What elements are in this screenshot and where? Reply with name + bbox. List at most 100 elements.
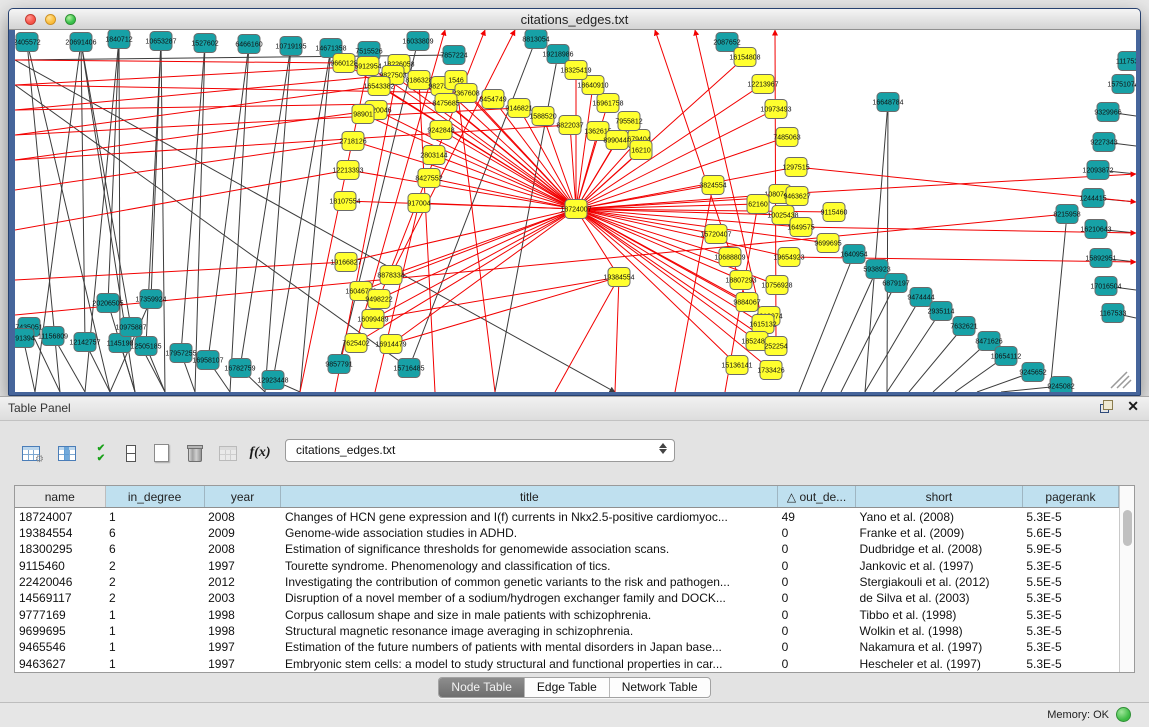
column-header[interactable]: in_degree: [105, 486, 204, 508]
network-node[interactable]: 1588520: [529, 107, 556, 126]
network-node[interactable]: 917004: [407, 194, 430, 213]
table-cell[interactable]: 1: [105, 508, 204, 525]
network-node[interactable]: 16154808: [729, 48, 760, 67]
table-cell[interactable]: 9777169: [15, 607, 105, 623]
network-node[interactable]: 16961758: [592, 94, 623, 113]
table-cell[interactable]: 5.3E-5: [1022, 607, 1118, 623]
table-cell[interactable]: Nakamura et al. (1997): [855, 639, 1022, 655]
table-cell[interactable]: 1: [105, 607, 204, 623]
network-node[interactable]: 8454749: [479, 90, 506, 109]
network-node[interactable]: 17016504: [1090, 277, 1121, 296]
network-node[interactable]: 9245652: [1019, 363, 1046, 382]
network-node[interactable]: 8215958: [1053, 205, 1080, 224]
tab-node-table[interactable]: Node Table: [439, 678, 525, 697]
table-cell[interactable]: 1998: [204, 623, 281, 639]
column-header[interactable]: pagerank: [1022, 486, 1118, 508]
table-cell[interactable]: Stergiakouli et al. (2012): [855, 574, 1022, 590]
table-cell[interactable]: Estimation of the future numbers of pati…: [281, 639, 778, 655]
table-cell[interactable]: Hescheler et al. (1997): [855, 656, 1022, 672]
table-cell[interactable]: 2008: [204, 541, 281, 557]
network-node[interactable]: 252254: [764, 337, 787, 356]
table-row[interactable]: 1938455462009Genome-wide association stu…: [15, 525, 1119, 541]
network-node[interactable]: 17359924: [135, 290, 166, 309]
resize-grip[interactable]: [1117, 376, 1129, 388]
network-node[interactable]: 8822037: [556, 116, 583, 135]
network-node[interactable]: 1167533: [1100, 304, 1127, 323]
table-cell[interactable]: 1: [105, 639, 204, 655]
new-table-button[interactable]: [146, 438, 176, 468]
column-header[interactable]: year: [204, 486, 281, 508]
network-node[interactable]: 1615132: [749, 315, 776, 334]
table-cell[interactable]: 5.6E-5: [1022, 525, 1118, 541]
show-columns-button[interactable]: [52, 438, 82, 468]
table-vertical-scrollbar[interactable]: [1119, 486, 1134, 672]
table-cell[interactable]: 2012: [204, 574, 281, 590]
table-cell[interactable]: Dudbridge et al. (2008): [855, 541, 1022, 557]
table-cell[interactable]: 9699695: [15, 623, 105, 639]
network-node[interactable]: 2718126: [339, 132, 366, 151]
table-cell[interactable]: 5.3E-5: [1022, 508, 1118, 525]
table-settings-button[interactable]: ⚙: [16, 438, 46, 468]
table-cell[interactable]: 0: [778, 525, 856, 541]
table-cell[interactable]: 9465546: [15, 639, 105, 655]
column-header[interactable]: name: [15, 486, 105, 508]
table-cell[interactable]: Structural magnetic resonance image aver…: [281, 623, 778, 639]
select-all-columns-button[interactable]: ✔✔: [86, 438, 116, 468]
network-node[interactable]: 7485063: [773, 128, 800, 147]
memory-status-indicator[interactable]: [1116, 707, 1131, 722]
table-cell[interactable]: 0: [778, 590, 856, 606]
scrollbar-thumb[interactable]: [1123, 510, 1132, 546]
row-height-button[interactable]: [116, 438, 146, 468]
table-cell[interactable]: 5.3E-5: [1022, 623, 1118, 639]
import-table-button-disabled[interactable]: [213, 438, 243, 468]
network-node[interactable]: 9245082: [1047, 377, 1074, 393]
table-cell[interactable]: 9463627: [15, 656, 105, 672]
table-cell[interactable]: 1997: [204, 656, 281, 672]
network-node[interactable]: 10975887: [115, 318, 146, 337]
network-node[interactable]: 15136141: [721, 356, 752, 375]
table-cell[interactable]: 22420046: [15, 574, 105, 590]
network-node[interactable]: 1733426: [757, 361, 784, 380]
network-node[interactable]: 20691406: [65, 33, 96, 52]
table-cell[interactable]: Yano et al. (2008): [855, 508, 1022, 525]
table-cell[interactable]: 0: [778, 574, 856, 590]
table-cell[interactable]: Jankovic et al. (1997): [855, 558, 1022, 574]
network-node[interactable]: 7632621: [950, 317, 977, 336]
table-cell[interactable]: 49: [778, 508, 856, 525]
table-cell[interactable]: 0: [778, 558, 856, 574]
network-node[interactable]: 1117533: [1116, 52, 1136, 71]
float-panel-icon[interactable]: [1100, 400, 1113, 413]
table-cell[interactable]: 0: [778, 541, 856, 557]
table-cell[interactable]: Disruption of a novel member of a sodium…: [281, 590, 778, 606]
network-node[interactable]: 1297515: [782, 158, 809, 177]
column-header[interactable]: △ out_de...: [778, 486, 856, 508]
table-row[interactable]: 2242004622012Investigating the contribut…: [15, 574, 1119, 590]
network-node[interactable]: 8427552: [415, 169, 442, 188]
table-row[interactable]: 946554611997Estimation of the future num…: [15, 639, 1119, 655]
function-builder-button[interactable]: f(x): [245, 438, 275, 468]
network-node[interactable]: 1840712: [105, 30, 132, 49]
table-cell[interactable]: 2009: [204, 525, 281, 541]
network-node[interactable]: 18724007: [560, 200, 591, 219]
table-row[interactable]: 1872400712008Changes of HCN gene express…: [15, 508, 1119, 525]
table-cell[interactable]: 6: [105, 541, 204, 557]
table-cell[interactable]: Changes of HCN gene expression and I(f) …: [281, 508, 778, 525]
table-cell[interactable]: 2: [105, 590, 204, 606]
network-window-titlebar[interactable]: citations_edges.txt: [9, 9, 1140, 30]
network-node[interactable]: 16648784: [872, 93, 903, 112]
table-cell[interactable]: 2: [105, 574, 204, 590]
table-row[interactable]: 1456911722003Disruption of a novel membe…: [15, 590, 1119, 606]
network-node[interactable]: 10756928: [761, 276, 792, 295]
network-node[interactable]: 11156809: [38, 327, 68, 346]
table-cell[interactable]: 5.9E-5: [1022, 541, 1118, 557]
tab-network-table[interactable]: Network Table: [610, 678, 710, 697]
network-node[interactable]: 10653287: [145, 32, 176, 51]
table-cell[interactable]: 0: [778, 656, 856, 672]
table-selector-combobox[interactable]: citations_edges.txt: [285, 439, 675, 462]
table-cell[interactable]: 5.3E-5: [1022, 656, 1118, 672]
table-cell[interactable]: 18724007: [15, 508, 105, 525]
network-node[interactable]: 19654923: [773, 248, 804, 267]
network-node[interactable]: 15751074: [1107, 75, 1136, 94]
network-node[interactable]: 9463627: [783, 187, 810, 206]
network-node[interactable]: 15716485: [393, 359, 424, 378]
